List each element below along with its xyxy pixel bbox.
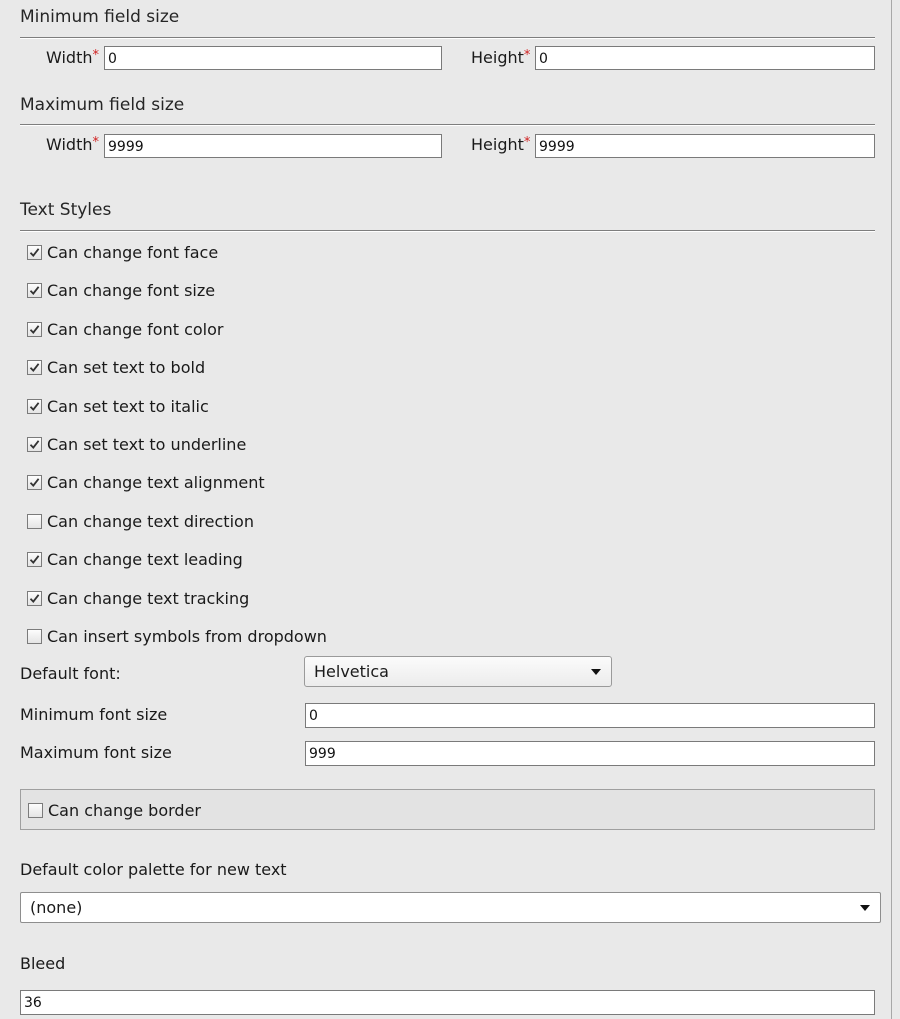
checkmark-icon xyxy=(29,401,40,411)
text-style-option[interactable]: Can change text tracking xyxy=(27,587,249,609)
max-size-title: Maximum field size xyxy=(20,95,185,115)
checkbox-label: Can set text to underline xyxy=(47,434,247,454)
min-height-input[interactable]: 0 xyxy=(535,46,875,70)
text-style-option[interactable]: Can insert symbols from dropdown xyxy=(27,625,327,647)
checkbox-checked[interactable] xyxy=(27,282,42,298)
text-style-option[interactable]: Can change font face xyxy=(27,241,218,263)
chevron-down-icon xyxy=(591,668,601,675)
required-mark: * xyxy=(523,135,531,150)
checkbox-unchecked[interactable] xyxy=(27,628,42,644)
palette-label: Default color palette for new text xyxy=(20,860,287,879)
border-checkbox[interactable] xyxy=(28,802,43,818)
max-height-input[interactable]: 9999 xyxy=(535,134,875,158)
checkbox-label: Can change font size xyxy=(47,280,216,300)
max-height-label: Height* xyxy=(471,135,531,154)
checkbox-checked[interactable] xyxy=(27,551,42,567)
checkbox-label: Can change font face xyxy=(47,242,219,262)
checkbox-unchecked[interactable] xyxy=(27,513,42,529)
required-mark: * xyxy=(92,48,99,63)
default-font-select[interactable]: Helvetica xyxy=(304,656,612,687)
checkbox-label: Can change text tracking xyxy=(47,588,250,608)
default-font-value: Helvetica xyxy=(314,662,389,681)
checkbox-checked[interactable] xyxy=(27,436,42,452)
checkbox-checked[interactable] xyxy=(27,398,42,414)
text-style-option[interactable]: Can change font color xyxy=(27,318,224,340)
min-font-size-input[interactable]: 0 xyxy=(305,703,875,728)
text-style-option[interactable]: Can set text to underline xyxy=(27,433,246,455)
chevron-down-icon xyxy=(860,904,870,911)
border-checkbox-label: Can change border xyxy=(48,800,201,820)
checkbox-label: Can change text direction xyxy=(47,511,254,531)
palette-select[interactable]: (none) xyxy=(20,892,881,923)
text-style-option[interactable]: Can change text leading xyxy=(27,548,243,570)
divider xyxy=(20,37,875,39)
min-height-label: Height* xyxy=(471,48,531,67)
min-size-title: Minimum field size xyxy=(20,7,180,27)
max-width-label: Width* xyxy=(46,135,99,154)
checkbox-label: Can set text to bold xyxy=(47,357,206,377)
checkmark-icon xyxy=(29,593,40,603)
bleed-input[interactable]: 36 xyxy=(20,990,875,1015)
text-style-option[interactable]: Can change text direction xyxy=(27,510,254,532)
max-width-input[interactable]: 9999 xyxy=(104,134,442,158)
text-style-option[interactable]: Can change font size xyxy=(27,279,215,301)
text-styles-title: Text Styles xyxy=(20,200,112,220)
divider xyxy=(20,230,875,232)
max-font-size-input[interactable]: 999 xyxy=(305,741,875,766)
checkbox-checked[interactable] xyxy=(27,359,42,375)
min-width-label: Width* xyxy=(46,48,99,67)
checkbox-label: Can insert symbols from dropdown xyxy=(47,626,327,646)
checkmark-icon xyxy=(29,477,40,487)
checkbox-label: Can change text alignment xyxy=(47,472,265,492)
required-mark: * xyxy=(523,48,531,63)
bleed-label: Bleed xyxy=(20,954,66,973)
checkbox-label: Can change font color xyxy=(47,319,224,339)
required-mark: * xyxy=(92,135,99,150)
checkbox-label: Can set text to italic xyxy=(47,396,209,416)
text-style-option[interactable]: Can set text to bold xyxy=(27,356,205,378)
checkmark-icon xyxy=(29,247,40,257)
checkbox-checked[interactable] xyxy=(27,321,42,337)
checkbox-checked[interactable] xyxy=(27,474,42,490)
checkbox-checked[interactable] xyxy=(27,244,42,260)
divider xyxy=(20,124,875,126)
settings-panel: Minimum field size Width* 0 Height* 0 Ma… xyxy=(0,0,892,1019)
text-style-option[interactable]: Can set text to italic xyxy=(27,395,209,417)
default-font-label: Default font: xyxy=(20,664,121,683)
checkmark-icon xyxy=(29,324,40,334)
checkmark-icon xyxy=(29,362,40,372)
border-checkbox-row[interactable]: Can change border xyxy=(28,799,201,821)
min-width-input[interactable]: 0 xyxy=(104,46,442,70)
min-font-size-label: Minimum font size xyxy=(20,705,168,724)
checkmark-icon xyxy=(29,285,40,295)
text-style-option[interactable]: Can change text alignment xyxy=(27,471,265,493)
checkmark-icon xyxy=(29,439,40,449)
border-group: Can change border xyxy=(20,789,875,830)
palette-value: (none) xyxy=(30,898,83,917)
checkmark-icon xyxy=(29,554,40,564)
checkbox-label: Can change text leading xyxy=(47,549,243,569)
checkbox-checked[interactable] xyxy=(27,590,42,606)
max-font-size-label: Maximum font size xyxy=(20,743,172,762)
